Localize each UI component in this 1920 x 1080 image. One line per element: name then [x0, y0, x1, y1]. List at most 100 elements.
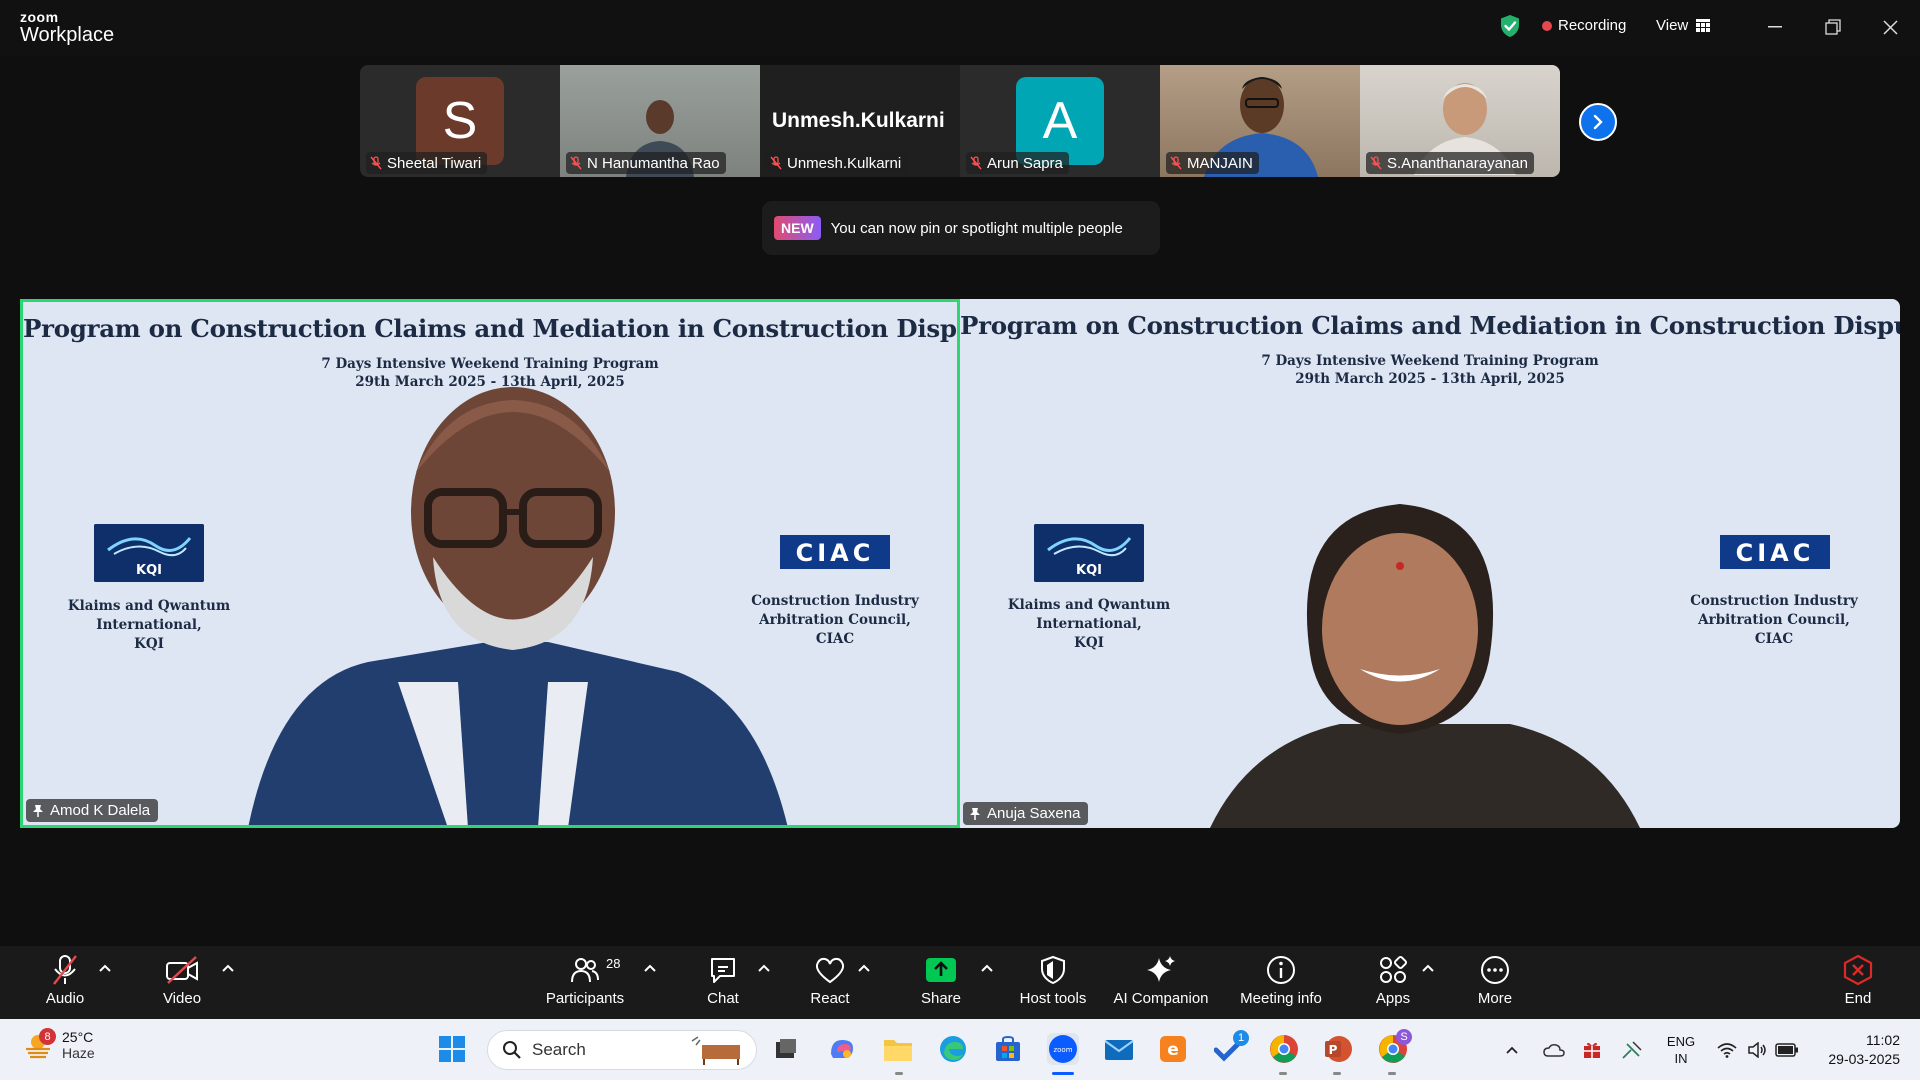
meeting-info-button[interactable]: Meeting info [1226, 952, 1336, 1007]
video-label: Video [162, 990, 202, 1007]
host-tools-shield-icon [1041, 955, 1065, 985]
video-options-chevron-up-icon[interactable] [220, 962, 236, 974]
onedrive-cloud-icon[interactable] [1540, 1019, 1568, 1080]
apps-label: Apps [1375, 990, 1411, 1007]
react-button[interactable]: React [775, 952, 885, 1007]
kqi-logo-text: KQI [1076, 563, 1102, 578]
active-app-indicator [1052, 1072, 1074, 1075]
ai-companion-button[interactable]: AI Companion [1106, 952, 1216, 1007]
audio-options-chevron-up-icon[interactable] [97, 962, 113, 974]
microsoft-store-icon[interactable] [992, 1033, 1024, 1065]
slide-subtitle-line1: 7 Days Intensive Weekend Training Progra… [1261, 353, 1599, 369]
speaker-video-pane[interactable]: Program on Construction Claims and Media… [960, 299, 1900, 828]
muted-mic-icon [770, 156, 782, 170]
show-hidden-icons-chevron-up-icon[interactable] [1500, 1019, 1524, 1080]
more-button[interactable]: More [1440, 952, 1550, 1007]
chrome-profile-badge: S [1396, 1029, 1412, 1045]
ai-sparkle-icon [1147, 956, 1175, 982]
muted-mic-icon [53, 955, 77, 985]
task-view-icon[interactable] [770, 1033, 802, 1065]
system-clock[interactable]: 11:02 29-03-2025 [1810, 1031, 1900, 1069]
slide-subtitle-line2: 29th March 2025 - 13th April, 2025 [1295, 371, 1565, 387]
language-bottom: IN [1674, 1050, 1688, 1066]
participant-thumbnail[interactable]: S Sheetal Tiwari [360, 65, 560, 177]
kqi-logo-icon: KQI [1034, 524, 1144, 582]
toast-message: You can now pin or spotlight multiple pe… [830, 219, 1123, 237]
kqi-caption-line2: International, [1036, 616, 1142, 632]
host-tools-label: Host tools [1019, 990, 1087, 1007]
volume-icon[interactable] [1744, 1019, 1770, 1080]
next-page-button[interactable] [1579, 103, 1617, 141]
participants-icon [571, 958, 599, 983]
close-icon[interactable] [1875, 12, 1905, 42]
end-meeting-button[interactable]: End [1803, 952, 1913, 1007]
video-button[interactable]: Video [127, 952, 237, 1007]
zoom-app-icon[interactable]: zoom [1047, 1033, 1079, 1065]
start-button[interactable] [436, 1033, 468, 1065]
pin-icon [970, 807, 980, 820]
taskbar-search[interactable]: Search [487, 1030, 757, 1070]
tray-app-icon[interactable] [1578, 1019, 1606, 1080]
svg-text:P: P [1329, 1043, 1338, 1057]
react-options-chevron-up-icon[interactable] [856, 962, 872, 974]
chat-button[interactable]: Chat [668, 952, 778, 1007]
recording-label: Recording [1558, 17, 1627, 34]
participant-thumbnail[interactable]: A Arun Sapra [960, 65, 1160, 177]
info-icon [1267, 956, 1295, 984]
participants-options-chevron-up-icon[interactable] [642, 962, 658, 974]
weather-desc: Haze [62, 1045, 95, 1061]
pen-input-icon[interactable] [1618, 1019, 1646, 1080]
edge-browser-icon[interactable] [937, 1033, 969, 1065]
powerpoint-icon[interactable]: P [1322, 1033, 1354, 1065]
slide-subtitle: 7 Days Intensive Weekend Training Progra… [960, 352, 1900, 388]
battery-icon[interactable] [1772, 1019, 1802, 1080]
share-button[interactable]: Share [886, 952, 996, 1007]
participants-label: Participants [545, 990, 625, 1007]
muted-mic-icon [970, 156, 982, 170]
ie-app-icon[interactable]: e [1157, 1033, 1189, 1065]
restore-icon[interactable] [1818, 12, 1848, 42]
slide-title: Program on Construction Claims and Media… [23, 314, 960, 343]
chat-options-chevron-up-icon[interactable] [756, 962, 772, 974]
slide-subtitle-line1: 7 Days Intensive Weekend Training Progra… [321, 356, 659, 372]
participant-thumbnail[interactable]: N Hanumantha Rao [560, 65, 760, 177]
apps-button[interactable]: Apps [1338, 952, 1448, 1007]
recording-indicator[interactable]: Recording [1542, 17, 1626, 34]
kqi-caption-line1: Klaims and Qwantum [1007, 597, 1171, 613]
file-explorer-icon[interactable] [882, 1033, 914, 1065]
participant-thumbnail[interactable]: Unmesh.Kulkarni Unmesh.Kulkarni [760, 65, 960, 177]
wifi-icon[interactable] [1714, 1019, 1740, 1080]
kqi-caption-line2: International, [96, 617, 202, 633]
share-options-chevron-up-icon[interactable] [979, 962, 995, 974]
svg-text:zoom: zoom [1053, 1046, 1072, 1054]
encryption-shield-icon[interactable] [1499, 14, 1521, 38]
new-feature-toast[interactable]: NEW You can now pin or spotlight multipl… [762, 201, 1160, 255]
apps-options-chevron-up-icon[interactable] [1420, 962, 1436, 974]
participant-name-tag: Arun Sapra [966, 152, 1069, 174]
chrome-icon[interactable] [1268, 1033, 1300, 1065]
audio-button[interactable]: Audio [10, 952, 120, 1007]
participant-name: N Hanumantha Rao [587, 154, 720, 172]
mail-icon[interactable] [1103, 1033, 1135, 1065]
speaker-name: Anuja Saxena [987, 805, 1081, 822]
search-highlight-icon [691, 1036, 740, 1065]
zoom-workplace-logo: zoom Workplace [20, 10, 114, 45]
participants-button[interactable]: Participants [530, 952, 640, 1007]
copilot-icon[interactable] [826, 1033, 858, 1065]
ai-companion-label: AI Companion [1113, 990, 1209, 1007]
weather-widget[interactable]: 25°C Haze [24, 1029, 95, 1061]
meeting-info-label: Meeting info [1240, 990, 1322, 1007]
language-indicator[interactable]: ENG IN [1660, 1019, 1702, 1080]
view-grid-icon [1696, 19, 1711, 32]
video-off-icon [166, 956, 198, 984]
running-indicator [1279, 1072, 1287, 1075]
view-button[interactable]: View [1656, 17, 1711, 34]
speaker-video-pane[interactable]: Program on Construction Claims and Media… [20, 299, 960, 828]
host-tools-button[interactable]: Host tools [998, 952, 1108, 1007]
new-badge: NEW [774, 216, 821, 240]
participant-thumbnail[interactable]: MANJAIN [1160, 65, 1360, 177]
language-top: ENG [1666, 1033, 1696, 1049]
minimize-icon[interactable] [1760, 12, 1790, 42]
participant-name-tag: S.Ananthanarayanan [1366, 152, 1534, 174]
participant-thumbnail[interactable]: S.Ananthanarayanan [1360, 65, 1560, 177]
